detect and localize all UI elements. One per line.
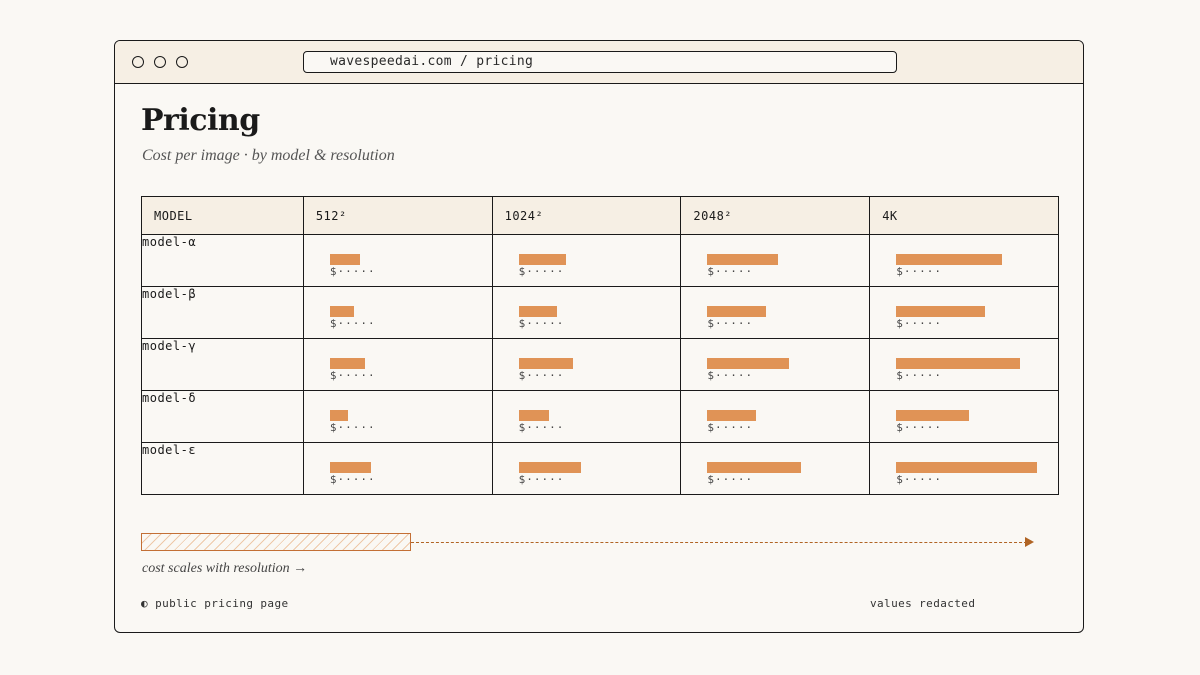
price-bar (518, 462, 581, 473)
column-header-512: 512² (302, 196, 493, 235)
price-bar (329, 410, 348, 421)
table-row: model-β $····· $····· $····· $····· (141, 286, 1059, 339)
scale-dashed-line (411, 542, 1027, 543)
price-bar (707, 254, 779, 265)
table-header-row: MODEL 512² 1024² 2048² 4K (141, 196, 1059, 235)
price-bar (518, 306, 557, 317)
price-value: $····· (707, 421, 754, 434)
table-body: model-α $····· $····· $····· $····· model-β $·… (141, 234, 1059, 495)
price-value: $····· (329, 421, 376, 434)
browser-window: wavespeedai.com / pricing Pricing Cost p… (114, 40, 1084, 633)
price-value: $····· (896, 317, 942, 330)
column-header-2048: 2048² (680, 196, 871, 235)
price-value: $····· (518, 473, 565, 486)
price-cell: $····· (869, 390, 1059, 443)
price-value: $····· (707, 317, 754, 330)
price-bar (896, 410, 970, 421)
price-value: $····· (707, 473, 754, 486)
price-cell: $····· (680, 286, 871, 339)
price-bar (896, 306, 986, 317)
price-cell: $····· (491, 390, 682, 443)
price-value: $····· (896, 369, 942, 382)
price-bar (329, 254, 360, 265)
price-cell: $····· (302, 234, 493, 287)
table-row: model-δ $····· $····· $····· $····· (141, 390, 1059, 443)
close-window-icon[interactable] (132, 56, 144, 68)
price-bar (707, 358, 790, 369)
price-value: $····· (518, 369, 565, 382)
price-cell: $····· (302, 390, 493, 443)
price-cell: $····· (869, 338, 1059, 391)
price-bar (329, 462, 371, 473)
price-bar (707, 462, 802, 473)
price-bar (896, 254, 1003, 265)
scale-caption: cost scales with resolution → (142, 561, 308, 576)
model-name-cell: model-γ (141, 338, 304, 391)
price-bar (518, 254, 566, 265)
price-bar (707, 410, 757, 421)
pricing-table: MODEL 512² 1024² 2048² 4K model-α $····· $… (141, 196, 1059, 495)
address-bar[interactable]: wavespeedai.com / pricing (303, 51, 897, 73)
price-cell: $····· (680, 390, 871, 443)
scale-hatched-bar (141, 533, 411, 551)
price-bar (896, 358, 1021, 369)
browser-chrome: wavespeedai.com / pricing (115, 41, 1083, 84)
price-cell: $····· (869, 442, 1059, 495)
column-header-4k: 4K (869, 196, 1059, 235)
price-cell: $····· (491, 338, 682, 391)
price-value: $····· (518, 421, 565, 434)
price-cell: $····· (869, 234, 1059, 287)
footer-right: values redacted (870, 597, 976, 610)
price-value: $····· (896, 473, 942, 486)
price-value: $····· (518, 317, 565, 330)
price-value: $····· (329, 369, 376, 382)
column-header-1024: 1024² (491, 196, 682, 235)
maximize-window-icon[interactable] (176, 56, 188, 68)
model-name-cell: model-β (141, 286, 304, 339)
model-name-cell: model-α (141, 234, 304, 287)
price-cell: $····· (302, 442, 493, 495)
minimize-window-icon[interactable] (154, 56, 166, 68)
price-value: $····· (329, 473, 376, 486)
price-value: $····· (518, 265, 565, 278)
price-value: $····· (707, 265, 754, 278)
price-cell: $····· (869, 286, 1059, 339)
price-cell: $····· (302, 286, 493, 339)
price-cell: $····· (491, 286, 682, 339)
footer-left: ◐ public pricing page (141, 597, 289, 610)
column-header-model: MODEL (141, 196, 304, 235)
price-cell: $····· (302, 338, 493, 391)
price-value: $····· (896, 421, 942, 434)
model-name-cell: model-δ (141, 390, 304, 443)
price-bar (896, 462, 1038, 473)
price-value: $····· (329, 265, 376, 278)
page-subtitle: Cost per image · by model & resolution (142, 147, 395, 164)
price-bar (329, 358, 365, 369)
table-row: model-ε $····· $····· $····· $····· (141, 442, 1059, 495)
price-value: $····· (896, 265, 942, 278)
footer-left-label: public pricing page (155, 597, 289, 610)
price-bar (518, 410, 549, 421)
price-value: $····· (329, 317, 376, 330)
half-circle-icon: ◐ (141, 597, 149, 610)
price-cell: $····· (680, 234, 871, 287)
price-cell: $····· (491, 442, 682, 495)
table-row: model-γ $····· $····· $····· $····· (141, 338, 1059, 391)
arrow-right-icon (1025, 537, 1034, 547)
price-bar (707, 306, 767, 317)
price-cell: $····· (680, 338, 871, 391)
table-row: model-α $····· $····· $····· $····· (141, 234, 1059, 287)
price-bar (329, 306, 354, 317)
price-cell: $····· (491, 234, 682, 287)
page-title: Pricing (141, 103, 260, 138)
model-name-cell: model-ε (141, 442, 304, 495)
price-value: $····· (707, 369, 754, 382)
price-bar (518, 358, 573, 369)
price-cell: $····· (680, 442, 871, 495)
